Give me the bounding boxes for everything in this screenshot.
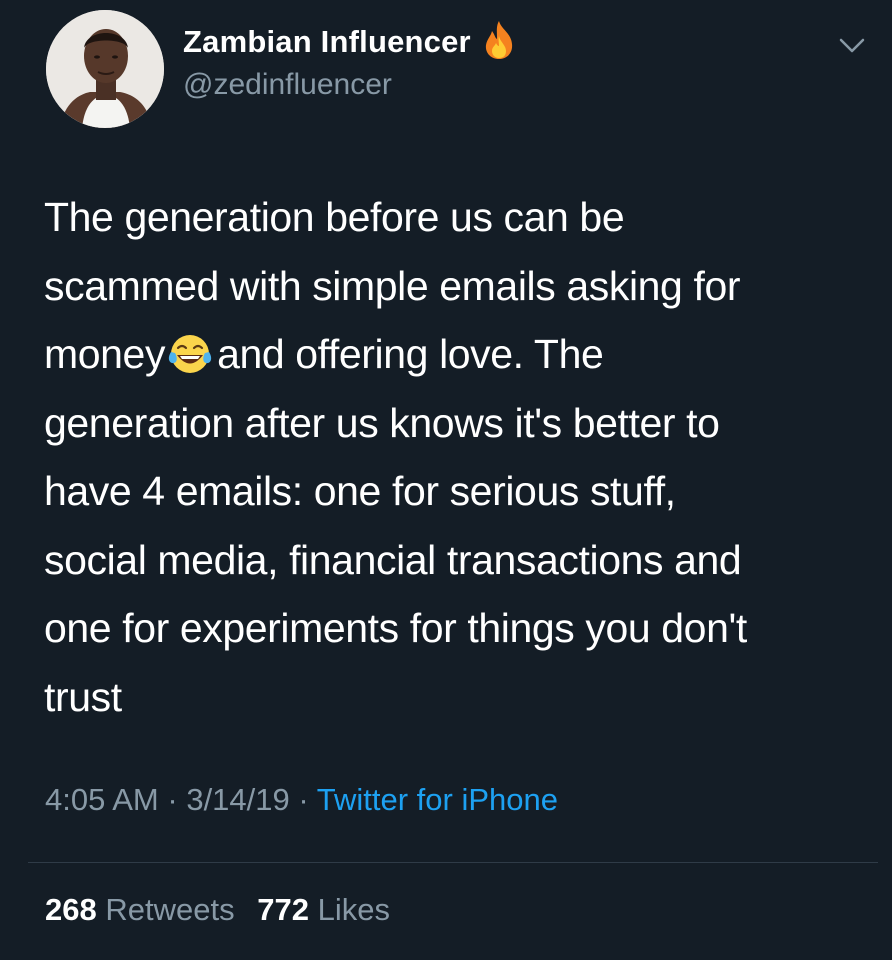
display-name[interactable]: Zambian Influencer — [183, 21, 517, 60]
tweet-card: Zambian Influencer @zedinfluencer The ge… — [0, 0, 892, 960]
meta-separator: · — [167, 782, 178, 817]
tweet-text-line: social media, financial transactions and — [44, 536, 742, 583]
divider — [28, 862, 878, 863]
tweet-source-link[interactable]: Twitter for iPhone — [317, 782, 558, 817]
retweets-label: Retweets — [105, 892, 235, 927]
likes-stat[interactable]: 772 Likes — [257, 892, 390, 927]
meta-separator: · — [298, 782, 309, 817]
display-name-text: Zambian Influencer — [183, 24, 471, 59]
tweet-stats: 268 Retweets 772 Likes — [45, 892, 404, 928]
tweet-text-line: trust — [44, 673, 122, 720]
likes-count: 772 — [257, 892, 309, 927]
tweet-meta: 4:05 AM · 3/14/19 · Twitter for iPhone — [45, 782, 558, 818]
retweets-count: 268 — [45, 892, 97, 927]
tweet-text-line: generation after us knows it's better to — [44, 399, 720, 446]
tweet-text-line: The generation before us can be — [44, 194, 625, 240]
tweet-text-segment: money — [44, 331, 166, 377]
likes-label: Likes — [317, 892, 390, 927]
retweets-stat[interactable]: 268 Retweets — [45, 892, 235, 927]
tweet-text: The generation before us can be scammed … — [44, 183, 874, 731]
tweet-text-line: scammed with simple emails asking for — [44, 262, 741, 309]
user-handle[interactable]: @zedinfluencer — [183, 68, 392, 102]
avatar[interactable] — [46, 10, 164, 128]
fire-icon — [485, 21, 512, 59]
tweet-date[interactable]: 3/14/19 — [186, 782, 289, 817]
tweet-text-line: one for experiments for things you don't — [44, 605, 747, 651]
tweet-text-segment: and offering love. The — [217, 331, 604, 377]
tweet-time[interactable]: 4:05 AM — [45, 782, 159, 817]
tweet-text-line-with-emoji: money and offering love. The — [44, 320, 874, 389]
chevron-down-icon[interactable] — [838, 36, 866, 56]
avatar-image — [46, 10, 164, 128]
tweet-text-line: have 4 emails: one for serious stuff, — [44, 468, 676, 514]
face-with-tears-of-joy-icon — [168, 335, 212, 373]
